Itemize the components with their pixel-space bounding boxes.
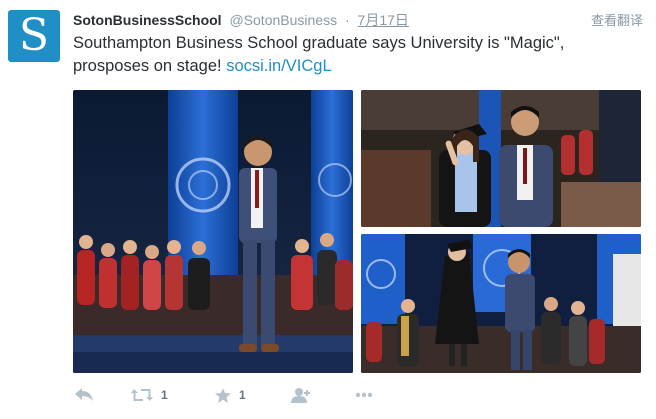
photo-couple-proposal[interactable] — [361, 90, 641, 227]
reply-icon — [75, 388, 93, 402]
retweet-count: 1 — [161, 388, 168, 402]
tweet-card: S SotonBusinessSchool @SotonBusiness · 7… — [0, 0, 656, 419]
retweet-icon — [131, 388, 153, 402]
favorite-icon — [215, 387, 231, 403]
tweet-text-line1: Southampton Business School graduate say… — [73, 34, 565, 52]
tweet-actions: 1 1 — [73, 383, 433, 407]
avatar-letter: S — [18, 10, 50, 61]
display-name[interactable]: SotonBusinessSchool — [73, 12, 222, 28]
avatar[interactable]: S — [8, 10, 60, 62]
tweet-link[interactable]: socsi.in/VICgL — [226, 57, 331, 75]
tweet-text: Southampton Business School graduate say… — [73, 32, 648, 78]
reply-button[interactable] — [75, 383, 93, 407]
favorite-button[interactable]: 1 — [215, 383, 246, 407]
photo-graduate-crossing-stage[interactable] — [361, 234, 641, 373]
translate-link[interactable]: 查看翻译 — [591, 10, 643, 29]
favorite-count: 1 — [239, 388, 246, 402]
timestamp-link[interactable]: 7月17日 — [358, 12, 409, 28]
photo-graduate-on-stage[interactable] — [73, 90, 353, 373]
follow-icon — [291, 387, 311, 403]
tweet-header: SotonBusinessSchool @SotonBusiness · 7月1… — [73, 10, 643, 28]
more-button[interactable] — [355, 383, 373, 407]
more-icon — [355, 392, 373, 398]
retweet-button[interactable]: 1 — [131, 383, 168, 407]
follow-button[interactable] — [291, 383, 311, 407]
separator-dot: · — [344, 12, 350, 28]
tweet-text-line2: prosposes on stage! — [73, 57, 227, 75]
user-handle[interactable]: @SotonBusiness — [229, 12, 337, 28]
